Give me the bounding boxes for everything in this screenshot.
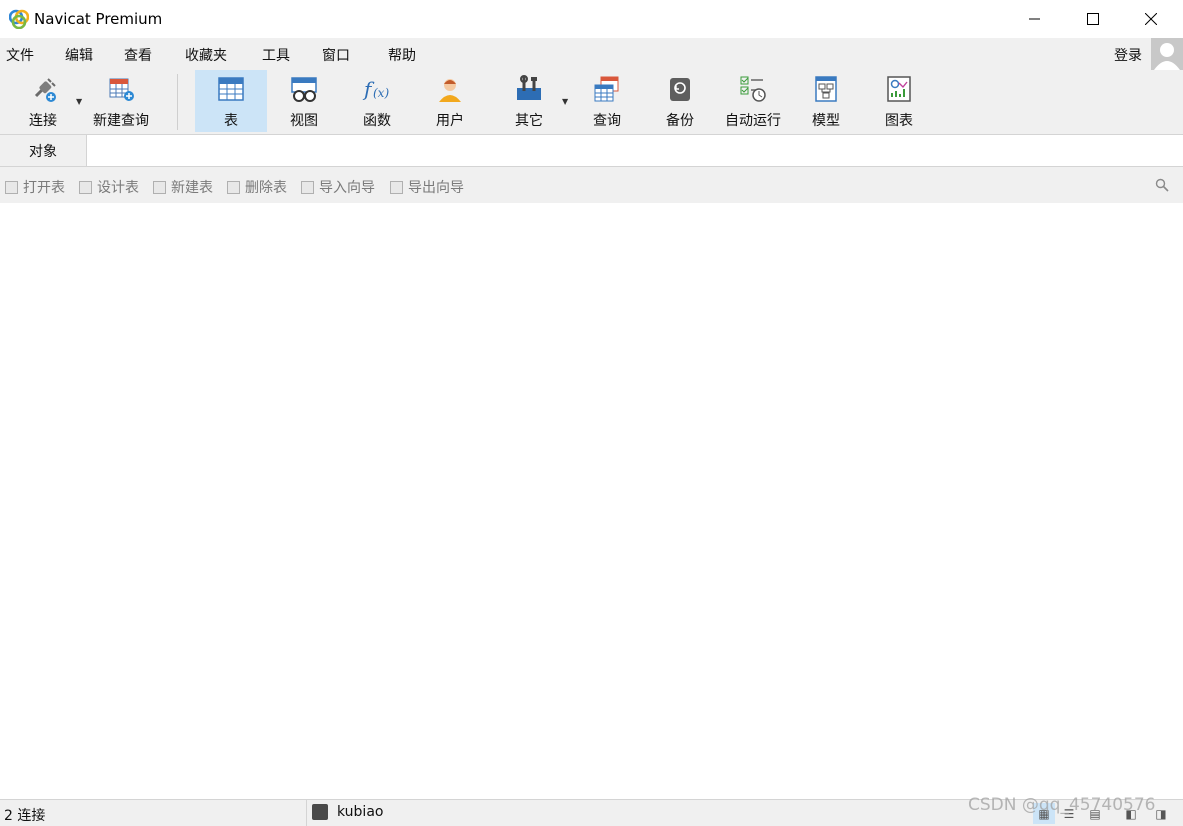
- menu-view[interactable]: 查看: [124, 45, 152, 65]
- toolbar-connect-button[interactable]: 连接: [14, 70, 72, 132]
- toolbar-chart-button[interactable]: 图表: [870, 70, 928, 132]
- close-icon: [1145, 13, 1157, 25]
- tools-icon: [514, 74, 544, 104]
- current-connection: kubiao: [312, 804, 383, 820]
- toolbar-label: 表: [224, 113, 238, 129]
- maximize-button[interactable]: [1064, 0, 1122, 38]
- toolbar-label: 查询: [593, 113, 621, 129]
- menu-edit[interactable]: 编辑: [65, 45, 93, 65]
- open-table-button[interactable]: 打开表: [5, 177, 65, 197]
- current-connection-name: kubiao: [337, 804, 384, 820]
- backup-icon: [665, 74, 695, 104]
- object-action-label: 新建表: [171, 180, 213, 196]
- panel-right-icon: ◨: [1155, 806, 1167, 821]
- object-action-label: 打开表: [23, 180, 65, 196]
- connection-count: 2 连接: [4, 808, 46, 824]
- status-divider: [306, 800, 307, 826]
- watermark: CSDN @qq_45740576: [968, 795, 1156, 815]
- object-action-label: 导入向导: [319, 180, 375, 196]
- user-icon: [435, 74, 465, 104]
- connection-icon: [312, 804, 328, 820]
- menu-tools[interactable]: 工具: [262, 45, 290, 65]
- toolbar-separator: [177, 74, 178, 130]
- toolbar-other-button[interactable]: 其它: [498, 70, 560, 132]
- tab-objects[interactable]: 对象: [0, 135, 86, 166]
- object-action-label: 设计表: [97, 180, 139, 196]
- search-icon[interactable]: [1155, 178, 1169, 192]
- plug-icon: [28, 74, 58, 104]
- toolbar-label: 图表: [885, 113, 913, 129]
- toolbar-label: 备份: [666, 113, 694, 129]
- open-table-icon: [5, 180, 18, 194]
- view-icon: [289, 74, 319, 104]
- toolbar-function-button[interactable]: f (x) 函数: [346, 70, 408, 132]
- new-table-button[interactable]: 新建表: [153, 177, 213, 197]
- navicat-logo-icon: [9, 9, 29, 29]
- avatar[interactable]: [1151, 38, 1183, 70]
- export-wizard-icon: [390, 180, 403, 194]
- title-bar: Navicat Premium: [0, 0, 1183, 38]
- menu-bar: 文件 编辑 查看 收藏夹 工具 窗口 帮助 登录: [0, 38, 1183, 70]
- design-table-button[interactable]: 设计表: [79, 177, 139, 197]
- new-table-icon: [153, 180, 166, 194]
- toolbar-backup-button[interactable]: 备份: [650, 70, 710, 132]
- menu-favorites[interactable]: 收藏夹: [185, 45, 227, 65]
- menu-help[interactable]: 帮助: [388, 45, 416, 65]
- design-table-icon: [79, 180, 92, 194]
- autorun-icon: [738, 74, 768, 104]
- object-action-label: 删除表: [245, 180, 287, 196]
- main-toolbar: 连接 ▼ 新建查询 表 视图 f (x) 函数 用户 其它 ▼ 查询 备份 自动…: [0, 70, 1183, 135]
- minimize-button[interactable]: [1006, 0, 1064, 38]
- login-link[interactable]: 登录: [1114, 45, 1142, 65]
- new-query-icon: [106, 74, 136, 104]
- chart-icon: [884, 74, 914, 104]
- minimize-icon: [1029, 18, 1040, 20]
- object-list-area[interactable]: [0, 203, 1183, 798]
- toolbar-label: 用户: [436, 113, 464, 129]
- connect-dropdown-arrow[interactable]: ▼: [76, 97, 82, 106]
- toolbar-label: 视图: [290, 113, 318, 129]
- toolbar-label: 连接: [29, 113, 57, 129]
- toolbar-label: 其它: [515, 113, 543, 129]
- toolbar-label: 模型: [812, 113, 840, 129]
- toolbar-model-button[interactable]: 模型: [798, 70, 854, 132]
- toolbar-label: 新建查询: [93, 113, 149, 129]
- toolbar-label: 函数: [363, 113, 391, 129]
- toolbar-query-button[interactable]: 查询: [578, 70, 636, 132]
- export-wizard-button[interactable]: 导出向导: [390, 177, 464, 197]
- maximize-icon: [1087, 13, 1099, 25]
- table-icon: [216, 74, 246, 104]
- other-dropdown-arrow[interactable]: ▼: [562, 97, 568, 106]
- toolbar-view-button[interactable]: 视图: [272, 70, 336, 132]
- tab-row: 对象: [0, 135, 1183, 167]
- delete-table-button[interactable]: 删除表: [227, 177, 287, 197]
- toolbar-label: 自动运行: [725, 113, 781, 129]
- import-wizard-button[interactable]: 导入向导: [301, 177, 375, 197]
- import-wizard-icon: [301, 180, 314, 194]
- query-icon: [592, 74, 622, 104]
- window-title: Navicat Premium: [34, 10, 163, 28]
- menu-window[interactable]: 窗口: [322, 45, 350, 65]
- toolbar-autorun-button[interactable]: 自动运行: [716, 70, 790, 132]
- user-avatar-icon: [1154, 43, 1180, 70]
- model-icon: [811, 74, 841, 104]
- close-button[interactable]: [1122, 0, 1180, 38]
- object-action-label: 导出向导: [408, 180, 464, 196]
- menu-file[interactable]: 文件: [6, 45, 34, 65]
- delete-table-icon: [227, 180, 240, 194]
- svg-text:(x): (x): [373, 86, 389, 100]
- toolbar-user-button[interactable]: 用户: [420, 70, 480, 132]
- tab-empty-area: [86, 135, 1183, 166]
- toolbar-new-query-button[interactable]: 新建查询: [86, 70, 156, 132]
- function-icon: f (x): [362, 74, 392, 104]
- object-toolbar: 打开表 设计表 新建表 删除表 导入向导 导出向导: [0, 167, 1183, 203]
- toolbar-table-button[interactable]: 表: [195, 70, 267, 132]
